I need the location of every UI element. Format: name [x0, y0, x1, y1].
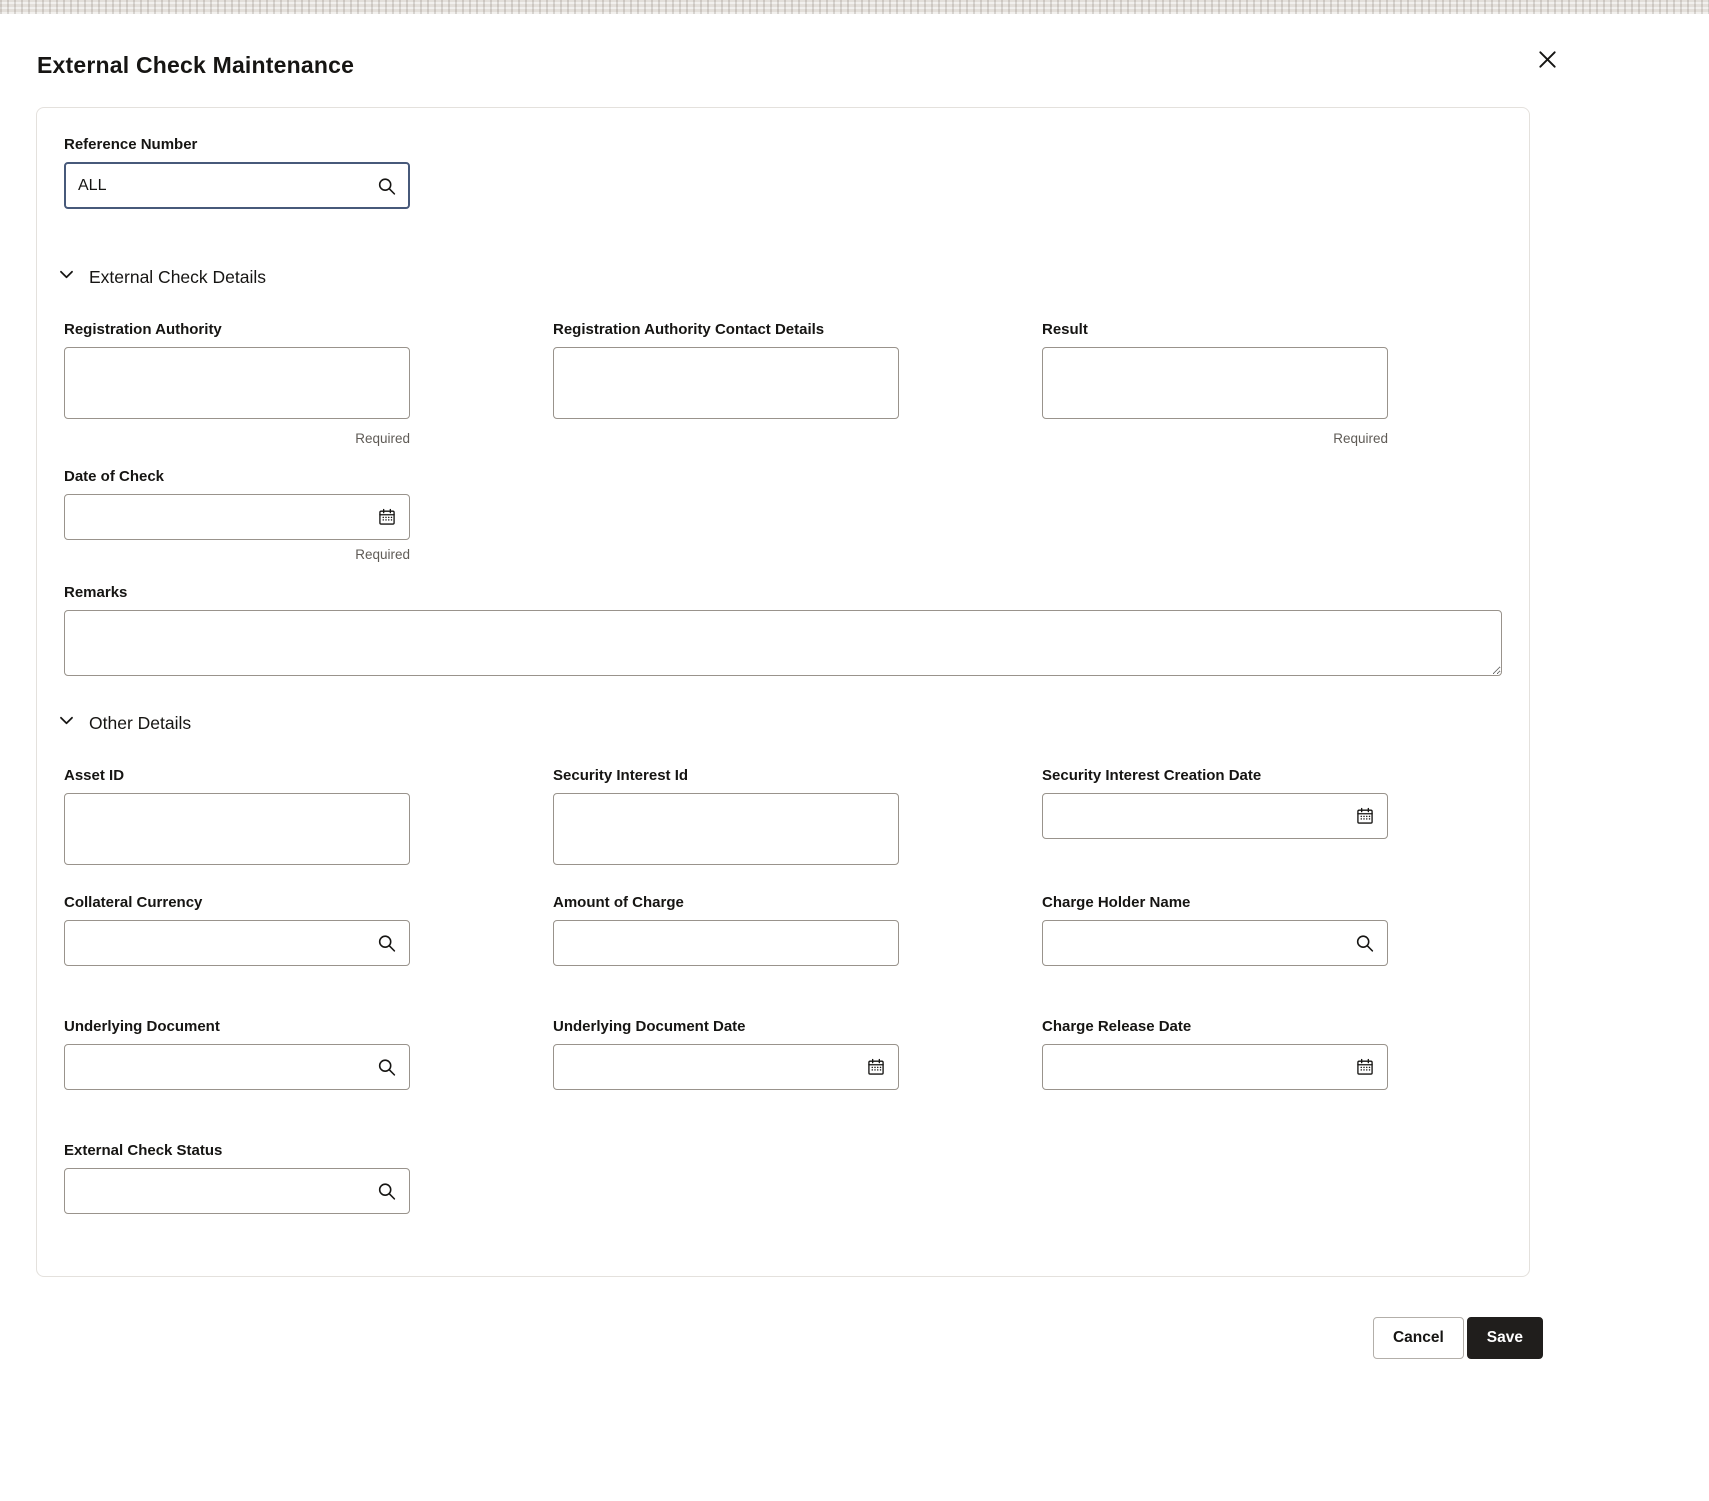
amount-of-charge-label: Amount of Charge	[553, 894, 899, 911]
calendar-icon	[377, 515, 397, 530]
calendar-icon	[1355, 1065, 1375, 1080]
search-icon	[376, 942, 397, 957]
asset-id-input[interactable]	[64, 793, 410, 865]
registration-authority-contact-field: Registration Authority Contact Details	[553, 321, 899, 424]
section-title: External Check Details	[89, 267, 266, 288]
calendar-icon	[866, 1065, 886, 1080]
charge-release-date-calendar-button[interactable]	[1351, 1053, 1379, 1081]
external-check-status-search-button[interactable]	[372, 1177, 401, 1206]
remarks-input[interactable]	[64, 610, 1502, 676]
security-interest-id-label: Security Interest Id	[553, 767, 899, 784]
underlying-document-date-field: Underlying Document Date	[553, 1018, 899, 1090]
collateral-currency-input[interactable]	[64, 920, 410, 966]
collateral-currency-label: Collateral Currency	[64, 894, 410, 911]
asset-id-field: Asset ID	[64, 767, 410, 870]
charge-release-date-input[interactable]	[1042, 1044, 1388, 1090]
underlying-document-date-label: Underlying Document Date	[553, 1018, 899, 1035]
reference-number-label: Reference Number	[64, 136, 1502, 153]
underlying-document-input[interactable]	[64, 1044, 410, 1090]
security-interest-creation-date-calendar-button[interactable]	[1351, 802, 1379, 830]
security-interest-id-input[interactable]	[553, 793, 899, 865]
page-title: External Check Maintenance	[37, 52, 1709, 79]
charge-holder-name-field: Charge Holder Name	[1042, 894, 1388, 966]
section-external-check-details[interactable]: External Check Details	[57, 265, 1502, 289]
chevron-down-icon	[57, 265, 76, 289]
required-hint: Required	[64, 547, 410, 562]
date-of-check-label: Date of Check	[64, 468, 410, 485]
date-of-check-input[interactable]	[64, 494, 410, 540]
remarks-field: Remarks	[64, 584, 1502, 681]
date-of-check-calendar-button[interactable]	[373, 503, 401, 531]
external-check-status-field: External Check Status	[64, 1142, 410, 1214]
security-interest-creation-date-label: Security Interest Creation Date	[1042, 767, 1388, 784]
registration-authority-contact-input[interactable]	[553, 347, 899, 419]
underlying-document-search-button[interactable]	[372, 1053, 401, 1082]
result-field: Result Required	[1042, 321, 1388, 446]
underlying-document-label: Underlying Document	[64, 1018, 410, 1035]
charge-holder-name-search-button[interactable]	[1350, 929, 1379, 958]
required-hint: Required	[64, 431, 410, 446]
page-edge-texture	[0, 0, 1709, 14]
date-of-check-field: Date of Check	[64, 468, 410, 562]
form-card: Reference Number External Check Details …	[36, 107, 1530, 1277]
search-icon	[376, 1066, 397, 1081]
underlying-document-date-calendar-button[interactable]	[862, 1053, 890, 1081]
underlying-document-field: Underlying Document	[64, 1018, 410, 1090]
asset-id-label: Asset ID	[64, 767, 410, 784]
calendar-icon	[1355, 814, 1375, 829]
reference-number-field: Reference Number	[64, 136, 1502, 209]
amount-of-charge-field: Amount of Charge	[553, 894, 899, 966]
save-button[interactable]: Save	[1467, 1317, 1543, 1359]
chevron-down-icon	[57, 711, 76, 735]
remarks-label: Remarks	[64, 584, 1502, 601]
close-button[interactable]	[1532, 44, 1563, 75]
underlying-document-date-input[interactable]	[553, 1044, 899, 1090]
reference-search-button[interactable]	[372, 171, 401, 200]
search-icon	[376, 184, 397, 199]
search-icon	[1354, 942, 1375, 957]
security-interest-creation-date-field: Security Interest Creation Date	[1042, 767, 1388, 839]
close-icon	[1536, 59, 1559, 74]
search-icon	[376, 1190, 397, 1205]
external-check-status-input[interactable]	[64, 1168, 410, 1214]
charge-release-date-label: Charge Release Date	[1042, 1018, 1388, 1035]
dialog-header: External Check Maintenance	[0, 14, 1709, 79]
dialog-footer: Cancel Save	[0, 1317, 1543, 1359]
required-hint: Required	[1042, 431, 1388, 446]
cancel-button[interactable]: Cancel	[1373, 1317, 1464, 1359]
result-label: Result	[1042, 321, 1388, 338]
result-input[interactable]	[1042, 347, 1388, 419]
section-title: Other Details	[89, 713, 191, 734]
charge-holder-name-input[interactable]	[1042, 920, 1388, 966]
registration-authority-contact-label: Registration Authority Contact Details	[553, 321, 899, 338]
external-check-status-label: External Check Status	[64, 1142, 410, 1159]
collateral-currency-search-button[interactable]	[372, 929, 401, 958]
charge-holder-name-label: Charge Holder Name	[1042, 894, 1388, 911]
security-interest-id-field: Security Interest Id	[553, 767, 899, 870]
security-interest-creation-date-input[interactable]	[1042, 793, 1388, 839]
registration-authority-input[interactable]	[64, 347, 410, 419]
section-other-details[interactable]: Other Details	[57, 711, 1502, 735]
registration-authority-field: Registration Authority Required	[64, 321, 410, 446]
charge-release-date-field: Charge Release Date	[1042, 1018, 1388, 1090]
reference-number-input[interactable]	[64, 162, 410, 209]
collateral-currency-field: Collateral Currency	[64, 894, 410, 966]
registration-authority-label: Registration Authority	[64, 321, 410, 338]
amount-of-charge-input[interactable]	[553, 920, 899, 966]
